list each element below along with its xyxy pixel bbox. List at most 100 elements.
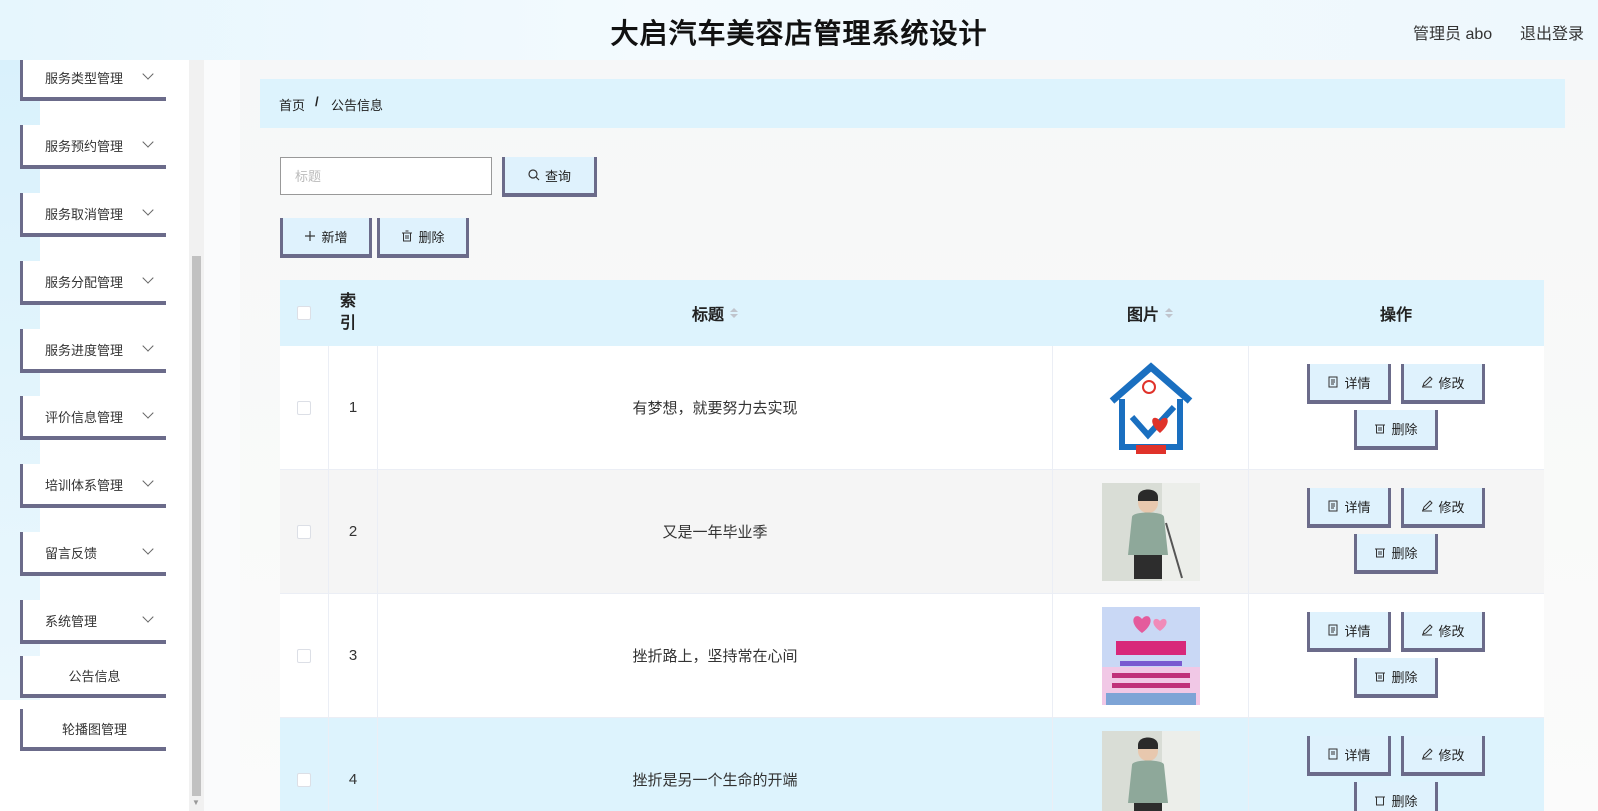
sidebar: ▼ 服务类型管理 服务预约管理 服务取消管理 服务分配管理 服务进度管理 评价信…	[0, 60, 204, 811]
detail-button-label: 详情	[1344, 623, 1371, 639]
row-actions: 详情 修改 删除	[1249, 346, 1544, 469]
search-icon	[528, 169, 540, 181]
sort-icon[interactable]	[1165, 308, 1173, 318]
delete-button[interactable]: 删除	[1354, 410, 1438, 450]
row-index: 2	[329, 470, 378, 593]
batch-delete-button[interactable]: 删除	[377, 218, 469, 258]
header-image[interactable]: 图片	[1052, 280, 1248, 346]
search-button[interactable]: 查询	[502, 157, 597, 197]
detail-button-label: 详情	[1344, 499, 1371, 515]
row-checkbox[interactable]	[297, 648, 311, 663]
sidebar-item-label: 服务分配管理	[45, 274, 124, 290]
pencil-icon	[1422, 748, 1434, 760]
chevron-down-icon	[142, 272, 154, 284]
table-row: 4 挫折是另一个生命的开端 详情 修改 删除	[280, 718, 1544, 811]
person-photo-image[interactable]	[1101, 730, 1200, 811]
header-index: 索引	[340, 293, 357, 332]
sidebar-subitem-label: 公告信息	[68, 668, 121, 684]
detail-button[interactable]: 详情	[1307, 736, 1391, 776]
row-image	[1053, 346, 1249, 469]
detail-button[interactable]: 详情	[1307, 612, 1391, 652]
logout-button[interactable]: 退出登录	[1520, 20, 1584, 44]
document-icon	[1328, 748, 1338, 760]
plus-icon	[305, 231, 316, 241]
chevron-down-icon	[142, 407, 154, 419]
edit-button-label: 修改	[1438, 747, 1465, 763]
row-index: 4	[329, 718, 378, 811]
sidebar-item-service-cancel[interactable]: 服务取消管理	[20, 193, 166, 237]
edit-button-label: 修改	[1438, 375, 1465, 391]
sidebar-subitem-notice[interactable]: 公告信息	[20, 656, 166, 698]
title-search-input[interactable]	[280, 157, 492, 195]
sidebar-item-feedback[interactable]: 留言反馈	[20, 532, 166, 576]
sidebar-item-label: 系统管理	[45, 613, 98, 629]
sidebar-item-label: 留言反馈	[45, 545, 98, 561]
table-row: 3 挫折路上，坚持常在心间 详情 修改 删除	[280, 594, 1544, 718]
header: 大启汽车美容店管理系统设计 管理员 abo 退出登录	[0, 0, 1598, 60]
row-index: 1	[329, 346, 378, 469]
person-photo-image[interactable]	[1101, 482, 1200, 581]
sidebar-scroll-thumb[interactable]	[192, 256, 201, 796]
select-all-checkbox[interactable]	[297, 306, 311, 320]
sidebar-item-label: 培训体系管理	[45, 477, 124, 493]
pencil-icon	[1422, 500, 1434, 512]
edit-button[interactable]: 修改	[1401, 736, 1485, 776]
poster-image[interactable]	[1101, 606, 1200, 705]
trash-icon	[402, 230, 413, 242]
sidebar-item-service-booking[interactable]: 服务预约管理	[20, 125, 166, 169]
sidebar-item-training[interactable]: 培训体系管理	[20, 464, 166, 508]
breadcrumb-current: 公告信息	[331, 98, 384, 113]
detail-button[interactable]: 详情	[1307, 488, 1391, 528]
sidebar-subitem-label: 轮播图管理	[61, 721, 127, 737]
sidebar-item-review[interactable]: 评价信息管理	[20, 396, 166, 440]
delete-button[interactable]: 删除	[1354, 534, 1438, 574]
chevron-down-icon	[142, 136, 154, 148]
sidebar-item-service-type[interactable]: 服务类型管理	[20, 60, 166, 101]
row-checkbox[interactable]	[297, 524, 311, 539]
row-index: 3	[329, 594, 378, 717]
table-header: 索引 标题 图片 操作	[280, 280, 1544, 346]
trash-icon	[1375, 548, 1386, 558]
row-select[interactable]	[280, 594, 329, 717]
add-button[interactable]: 新增	[280, 218, 372, 258]
batch-delete-button-label: 删除	[418, 229, 445, 245]
detail-button[interactable]: 详情	[1307, 364, 1391, 404]
row-checkbox[interactable]	[297, 400, 311, 415]
add-button-label: 新增	[321, 229, 348, 245]
trash-icon	[1375, 424, 1386, 434]
breadcrumb: 首页 / 公告信息	[260, 79, 1565, 128]
sidebar-item-system[interactable]: 系统管理	[20, 600, 166, 644]
trash-icon	[1375, 796, 1386, 806]
detail-button-label: 详情	[1344, 747, 1371, 763]
row-title: 挫折路上，坚持常在心间	[378, 594, 1053, 717]
row-image	[1053, 718, 1249, 811]
delete-button[interactable]: 删除	[1354, 658, 1438, 698]
header-ops: 操作	[1379, 307, 1412, 324]
header-select-all[interactable]	[280, 280, 328, 346]
edit-button[interactable]: 修改	[1401, 488, 1485, 528]
notice-table: 索引 标题 图片 操作 1 有梦想，就要努力去实现 详情 修改 删除 2 又是一…	[280, 280, 1544, 811]
row-select[interactable]	[280, 718, 329, 811]
edit-button[interactable]: 修改	[1401, 364, 1485, 404]
row-select[interactable]	[280, 346, 329, 469]
house-logo-image[interactable]	[1101, 358, 1200, 457]
sidebar-item-label: 服务取消管理	[45, 206, 124, 222]
trash-icon	[1375, 672, 1386, 682]
chevron-down-icon	[142, 204, 154, 216]
edit-button[interactable]: 修改	[1401, 612, 1485, 652]
sidebar-item-service-assign[interactable]: 服务分配管理	[20, 261, 166, 305]
row-checkbox[interactable]	[297, 772, 311, 787]
sort-icon[interactable]	[730, 308, 738, 318]
scroll-down-arrow-icon[interactable]: ▼	[192, 798, 200, 807]
header-title[interactable]: 标题	[378, 280, 1052, 346]
detail-button-label: 详情	[1344, 375, 1371, 391]
document-icon	[1328, 624, 1338, 636]
search-button-label: 查询	[544, 168, 571, 184]
delete-button-label: 删除	[1391, 545, 1418, 561]
row-select[interactable]	[280, 470, 329, 593]
delete-button[interactable]: 删除	[1354, 782, 1438, 811]
sidebar-subitem-carousel[interactable]: 轮播图管理	[20, 709, 166, 751]
breadcrumb-home[interactable]: 首页	[279, 95, 305, 114]
row-title: 有梦想，就要努力去实现	[378, 346, 1053, 469]
sidebar-item-service-progress[interactable]: 服务进度管理	[20, 329, 166, 373]
